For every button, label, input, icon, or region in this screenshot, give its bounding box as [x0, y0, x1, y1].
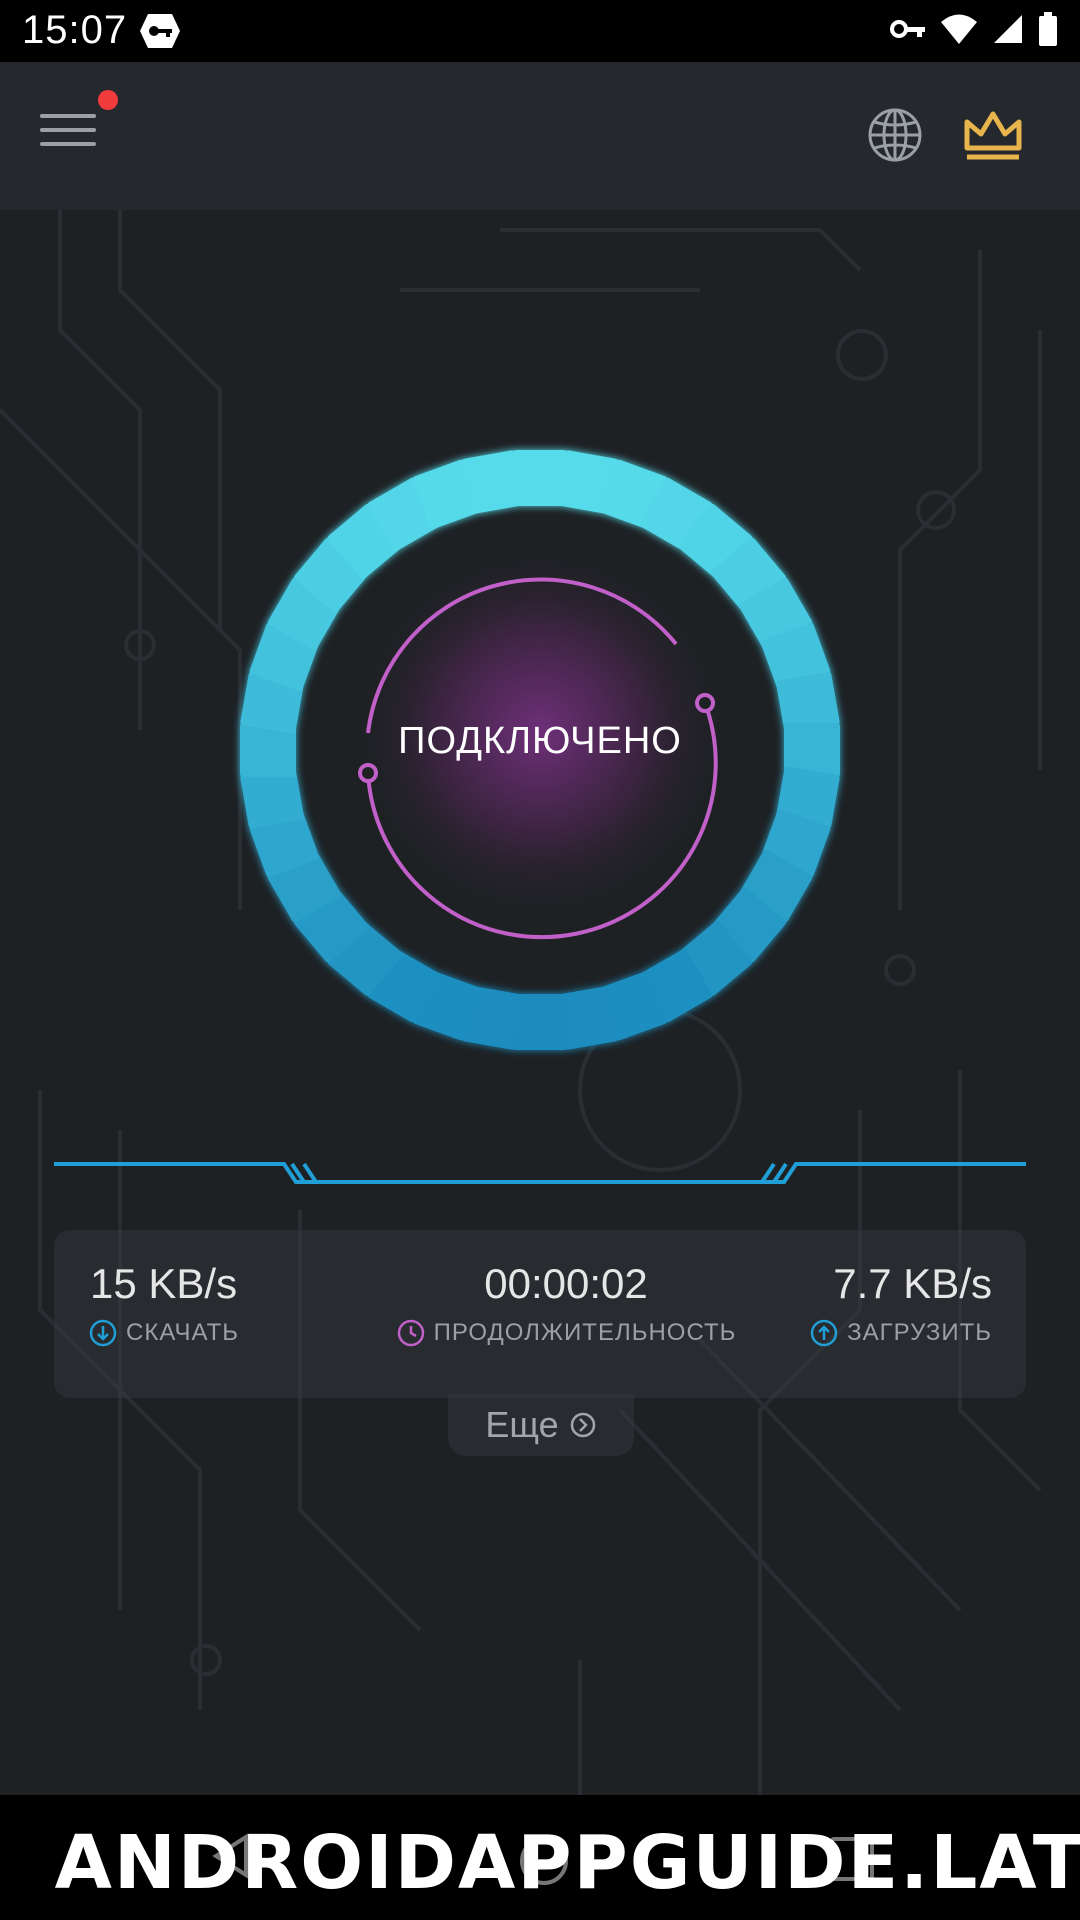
status-time: 15:07: [22, 8, 128, 52]
connection-status: ПОДКЛЮЧЕНО: [398, 720, 682, 762]
more-button[interactable]: Еще: [448, 1394, 634, 1456]
panel-divider: [54, 1162, 1026, 1184]
duration-stat: 00:00:02 ПРОДОЛЖИТЕЛЬНОСТЬ: [366, 1260, 766, 1348]
arc-node: [695, 693, 715, 713]
upload-icon: [810, 1319, 838, 1347]
menu-icon: [40, 114, 96, 118]
globe-icon: [868, 108, 922, 162]
download-label: СКАЧАТЬ: [126, 1319, 239, 1346]
status-bar: 15:07: [0, 0, 1080, 62]
notification-dot: [98, 90, 118, 110]
connection-duration: 00:00:02: [484, 1260, 648, 1307]
ring-segment: [461, 450, 524, 514]
status-icons: [890, 12, 1058, 46]
upload-speed: 7.7 KB/s: [833, 1260, 992, 1307]
upload-label: ЗАГРУЗИТЬ: [847, 1319, 992, 1346]
cell-signal-icon: [994, 15, 1022, 43]
crown-icon: [964, 111, 1022, 160]
clock-icon: [397, 1319, 424, 1347]
app-bar: [0, 62, 1080, 210]
upload-stat: 7.7 KB/s ЗАГРУЗИТЬ: [809, 1260, 992, 1348]
watermark-text: ANDROIDAPPGUIDE.LAT: [54, 1820, 1080, 1906]
download-stat: 15 KB/s СКАЧАТЬ: [88, 1260, 239, 1348]
vpn-key-icon: [890, 20, 925, 38]
wifi-icon: [941, 14, 977, 44]
vpn-app-notification-icon: [138, 12, 182, 55]
chevron-right-circle-icon: [570, 1412, 595, 1438]
stats-panel: 15 KB/s СКАЧАТЬ 00:00:02 ПРОДОЛЖИТЕЛЬНОС…: [54, 1230, 1026, 1398]
duration-label: ПРОДОЛЖИТЕЛЬНОСТЬ: [433, 1319, 737, 1346]
download-icon: [89, 1319, 117, 1347]
server-location-button[interactable]: [866, 106, 924, 169]
more-label: Еще: [485, 1404, 559, 1445]
download-speed: 15 KB/s: [90, 1260, 238, 1307]
arc-node: [358, 763, 378, 783]
premium-button[interactable]: [962, 108, 1024, 167]
menu-button[interactable]: [40, 114, 96, 158]
battery-icon: [1039, 12, 1057, 46]
